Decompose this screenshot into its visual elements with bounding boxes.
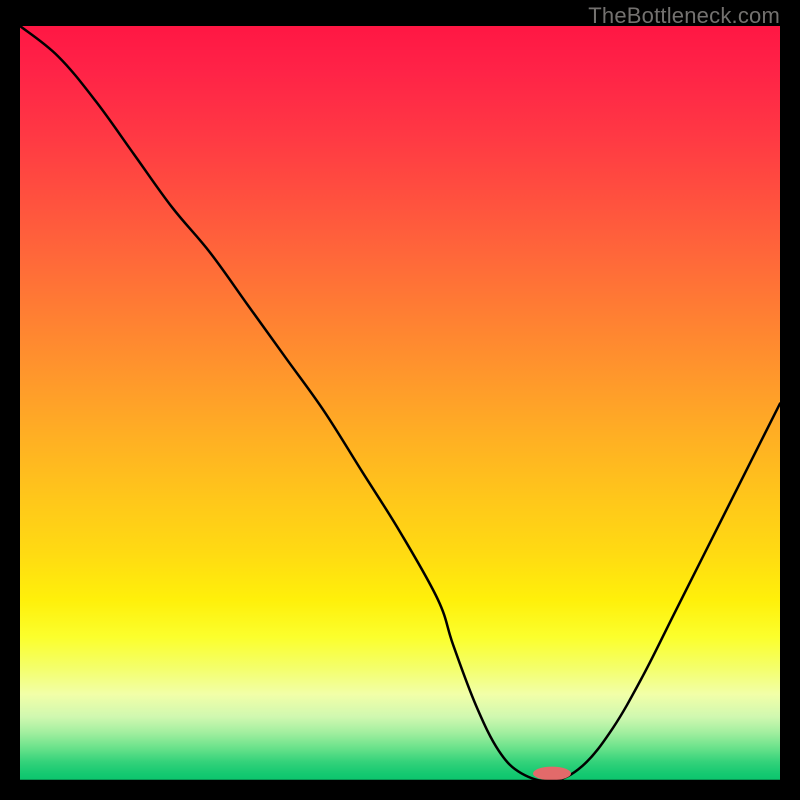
gradient-background <box>20 26 780 781</box>
bottleneck-curve-chart <box>0 0 800 800</box>
chart-wrap: TheBottleneck.com <box>0 0 800 800</box>
optimal-marker <box>533 767 571 781</box>
watermark: TheBottleneck.com <box>588 3 780 29</box>
